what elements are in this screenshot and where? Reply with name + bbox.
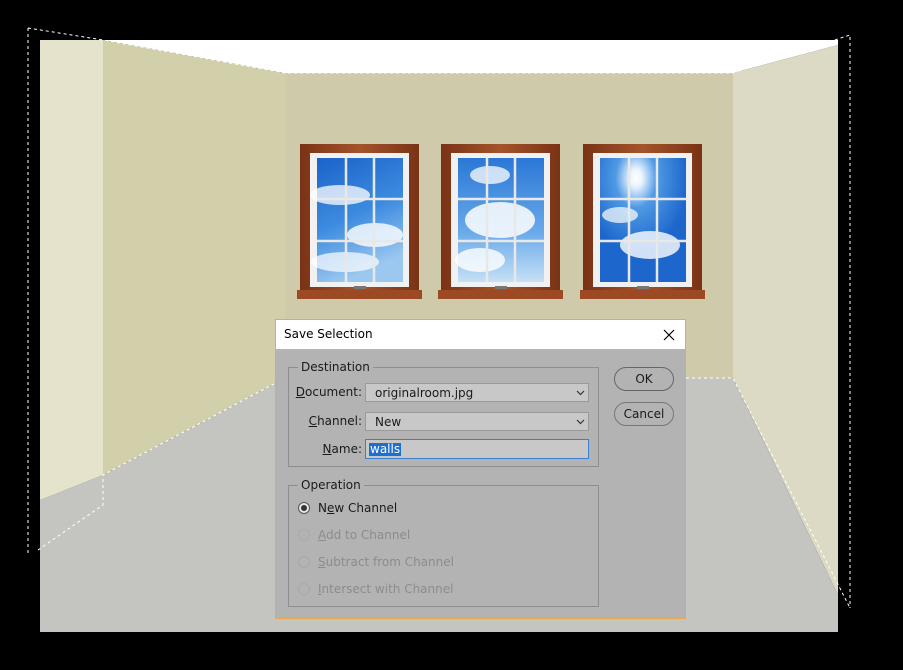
channel-label: Channel: [308, 414, 362, 428]
radio-label: Subtract from Channel [318, 555, 454, 569]
chevron-down-icon [576, 390, 585, 396]
name-label: Name: [322, 442, 362, 456]
document-value: originalroom.jpg [375, 386, 474, 400]
operation-group: Operation New Channel Add to Channel Sub… [288, 478, 599, 607]
ok-button[interactable]: OK [614, 367, 674, 391]
name-value: walls [369, 442, 402, 456]
name-input[interactable]: walls [365, 439, 589, 459]
close-button[interactable] [653, 320, 685, 349]
window-3 [580, 144, 705, 299]
dialog-title: Save Selection [284, 327, 373, 341]
channel-value: New [375, 415, 402, 429]
chevron-down-icon [576, 419, 585, 425]
radio-label: Add to Channel [318, 528, 411, 542]
cancel-button[interactable]: Cancel [614, 402, 674, 426]
radio-button-selected [298, 502, 310, 514]
radio-button [298, 529, 310, 541]
window-2 [438, 144, 563, 299]
radio-label: Intersect with Channel [318, 582, 454, 596]
radio-label: New Channel [318, 501, 398, 515]
left-wall-edge [40, 40, 103, 500]
dialog-titlebar: Save Selection [276, 320, 685, 349]
radio-button [298, 583, 310, 595]
destination-legend: Destination [298, 360, 373, 374]
name-label-text: ame: [331, 442, 362, 456]
destination-group: Destination Document: originalroom.jpg C… [288, 360, 599, 467]
close-icon [663, 329, 675, 340]
document-label-text: ocument: [305, 385, 362, 399]
document-select[interactable]: originalroom.jpg [365, 383, 589, 402]
channel-select[interactable]: New [365, 412, 589, 431]
document-label: Document: [295, 385, 362, 399]
radio-button [298, 556, 310, 568]
channel-label-text: hannel: [317, 414, 362, 428]
window-1 [297, 144, 422, 299]
operation-legend: Operation [298, 478, 364, 492]
save-selection-dialog: Save Selection Destination Document: ori… [275, 319, 686, 619]
